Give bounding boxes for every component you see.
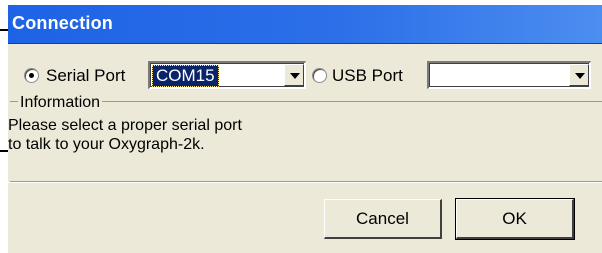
information-text-line: Please select a proper serial port — [8, 117, 242, 134]
radio-selected-dot — [29, 73, 34, 78]
serial-port-select[interactable]: COM15 — [148, 61, 306, 89]
information-legend: Information — [18, 94, 103, 112]
usb-port-dropdown-button[interactable] — [569, 64, 589, 86]
serial-port-label[interactable]: Serial Port — [46, 66, 125, 86]
serial-port-value: COM15 — [152, 65, 219, 87]
serial-port-dropdown-button[interactable] — [284, 64, 304, 86]
usb-port-label[interactable]: USB Port — [332, 66, 403, 86]
chevron-down-icon — [290, 73, 300, 79]
dialog-title: Connection — [12, 13, 113, 33]
cancel-button[interactable]: Cancel — [324, 199, 442, 239]
ok-button[interactable]: OK — [455, 198, 575, 240]
divider — [8, 182, 602, 183]
usb-port-select[interactable] — [427, 61, 591, 89]
serial-port-radio[interactable] — [24, 68, 39, 83]
connection-dialog: Connection Serial Port COM15 USB Port In… — [8, 5, 602, 253]
information-text-line: to talk to your Oxygraph-2k. — [8, 136, 205, 153]
title-bar[interactable]: Connection — [8, 5, 602, 44]
usb-port-radio[interactable] — [312, 68, 327, 83]
chevron-down-icon — [575, 73, 585, 79]
